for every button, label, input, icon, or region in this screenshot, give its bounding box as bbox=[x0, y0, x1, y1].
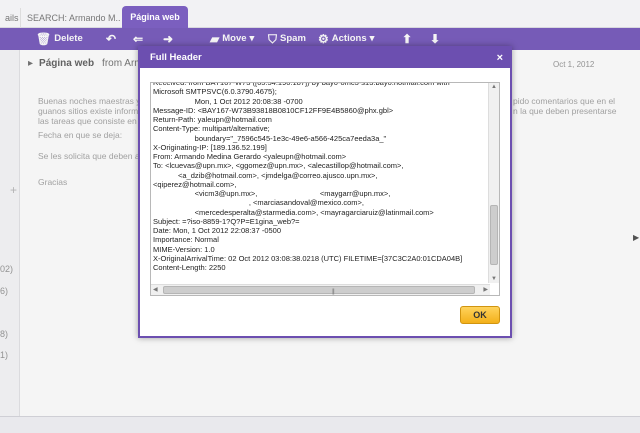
horizontal-scroll-thumb[interactable]: ||| bbox=[163, 286, 475, 295]
scroll-down-icon[interactable]: ▼ bbox=[491, 276, 497, 282]
header-text[interactable]: Received: from BAY167-W73 ([65.54.190.18… bbox=[153, 83, 491, 272]
full-header-dialog: Full Header × Received: from BAY167-W73 … bbox=[138, 46, 512, 338]
tab-bar: ails SEARCH: Armando M... Página web bbox=[0, 0, 640, 29]
tab-search[interactable]: SEARCH: Armando M... bbox=[20, 8, 120, 28]
tab-pagina-web[interactable]: Página web bbox=[122, 6, 188, 29]
grip-icon: ||| bbox=[332, 289, 335, 295]
dialog-title: Full Header bbox=[150, 52, 202, 63]
dialog-header: Full Header × bbox=[140, 48, 510, 68]
vertical-scroll-thumb[interactable] bbox=[490, 205, 498, 265]
vertical-scrollbar[interactable]: ▲ ▼ bbox=[488, 83, 499, 283]
tab-emails[interactable]: ails bbox=[0, 8, 20, 28]
bottom-bar bbox=[0, 416, 640, 433]
ok-button[interactable]: OK bbox=[460, 306, 500, 324]
header-text-area[interactable]: Received: from BAY167-W73 ([65.54.190.18… bbox=[150, 82, 500, 296]
scroll-right-icon[interactable]: ▶ bbox=[483, 286, 488, 293]
horizontal-scrollbar[interactable]: ◀ ||| ▶ bbox=[151, 284, 490, 295]
scroll-left-icon[interactable]: ◀ bbox=[153, 286, 158, 293]
scroll-up-icon[interactable]: ▲ bbox=[491, 84, 497, 90]
close-icon[interactable]: × bbox=[497, 48, 503, 68]
